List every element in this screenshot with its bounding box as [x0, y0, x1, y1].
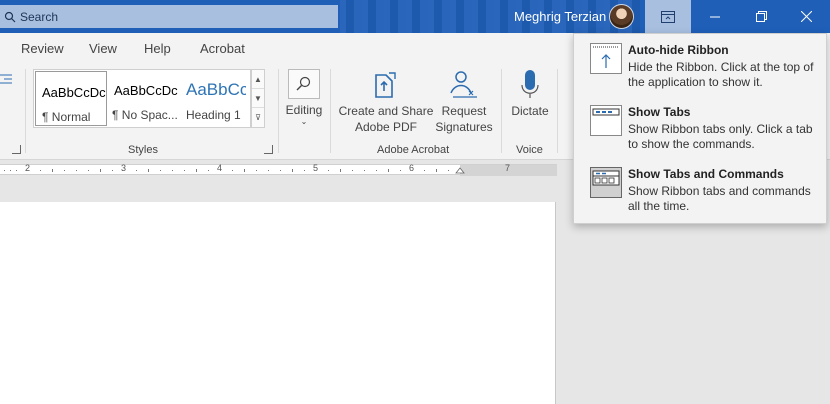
ribbon-display-options-menu: Auto-hide Ribbon Hide the Ribbon. Click …: [573, 33, 827, 224]
ruler-number: 2: [25, 163, 31, 173]
style-sample: AaBbCcDc: [114, 83, 178, 98]
user-name[interactable]: Meghrig Terzian: [514, 9, 606, 24]
ruler-ticks: [4, 165, 557, 176]
gallery-more-icon[interactable]: ⊽: [252, 108, 264, 127]
horizontal-ruler[interactable]: 2 3 4 5 6 7: [0, 163, 557, 176]
restore-button[interactable]: [738, 0, 784, 33]
paragraph-launcher-icon[interactable]: [12, 145, 21, 154]
style-name: ¶ Normal: [42, 110, 91, 124]
ruler-number: 4: [217, 163, 223, 173]
gallery-up-icon[interactable]: ▲: [252, 70, 264, 89]
create-share-pdf-button[interactable]: Create and Share Adobe PDF: [338, 69, 434, 135]
style-name: ¶ No Spac...: [112, 108, 178, 122]
menu-item-show-tabs[interactable]: Show Tabs Show Ribbon tabs only. Click a…: [574, 96, 826, 158]
menu-item-auto-hide-ribbon[interactable]: Auto-hide Ribbon Hide the Ribbon. Click …: [574, 34, 826, 96]
minimize-icon: [710, 16, 720, 17]
create-share-line1: Create and Share: [338, 104, 434, 118]
menu-item-title: Show Tabs: [628, 105, 691, 119]
indent-icon[interactable]: [0, 73, 12, 85]
signature-icon: [450, 71, 477, 98]
divider: [278, 69, 279, 153]
find-icon: [288, 69, 320, 99]
restore-icon: [755, 11, 767, 22]
tab-review[interactable]: Review: [21, 41, 64, 56]
avatar[interactable]: [609, 4, 634, 29]
group-label-adobe-acrobat: Adobe Acrobat: [377, 144, 450, 156]
style-name: Heading 1: [186, 108, 241, 122]
close-button[interactable]: [783, 0, 829, 33]
tab-acrobat[interactable]: Acrobat: [200, 41, 245, 56]
ribbon-display-icon: [661, 10, 675, 23]
editing-button[interactable]: Editing ⌄: [285, 69, 323, 126]
ruler-number: 5: [313, 163, 319, 173]
menu-item-description: Show Ribbon tabs and commands all the ti…: [628, 184, 811, 213]
styles-gallery: AaBbCcDc ¶ Normal AaBbCcDc ¶ No Spac... …: [33, 69, 251, 128]
style-no-spacing[interactable]: AaBbCcDc ¶ No Spac...: [108, 70, 180, 127]
menu-item-title: Show Tabs and Commands: [628, 167, 784, 181]
request-line1: Request: [441, 104, 487, 118]
divider: [25, 69, 26, 153]
divider: [557, 69, 558, 153]
menu-item-show-tabs-and-commands[interactable]: Show Tabs and Commands Show Ribbon tabs …: [574, 158, 826, 220]
show-tabs-commands-icon: [590, 167, 622, 198]
document-page[interactable]: [0, 202, 556, 404]
chevron-down-icon: ⌄: [300, 117, 308, 126]
minimize-button[interactable]: [692, 0, 738, 33]
editing-label: Editing: [285, 103, 323, 117]
style-sample: AaBbCcDc: [42, 85, 106, 100]
style-normal[interactable]: AaBbCcDc ¶ Normal: [35, 71, 107, 126]
request-line2: Signatures: [435, 120, 493, 134]
divider: [501, 69, 502, 153]
menu-item-description: Show Ribbon tabs only. Click a tab to sh…: [628, 122, 813, 151]
auto-hide-icon: [590, 43, 622, 74]
dictate-label: Dictate: [511, 104, 549, 118]
search-input[interactable]: [20, 9, 320, 24]
pdf-share-icon: [375, 72, 396, 98]
style-sample: AaBbCc: [186, 80, 246, 99]
show-tabs-icon: [590, 105, 622, 136]
group-label-styles: Styles: [128, 144, 158, 156]
divider: [330, 69, 331, 153]
ribbon-display-options-button[interactable]: [645, 0, 691, 33]
style-heading-1[interactable]: AaBbCc Heading 1: [180, 70, 252, 127]
tab-view[interactable]: View: [89, 41, 117, 56]
menu-item-description: Hide the Ribbon. Click at the top of the…: [628, 60, 814, 89]
search-icon: [0, 11, 20, 23]
menu-item-title: Auto-hide Ribbon: [628, 43, 729, 57]
tab-help[interactable]: Help: [144, 41, 171, 56]
gallery-down-icon[interactable]: ▼: [252, 89, 264, 108]
styles-gallery-scroll: ▲ ▼ ⊽: [251, 69, 265, 128]
microphone-icon: [521, 70, 539, 98]
group-label-voice: Voice: [516, 144, 543, 156]
ruler-number: 7: [505, 163, 511, 173]
dictate-button[interactable]: Dictate: [507, 69, 553, 119]
close-icon: [800, 11, 812, 22]
request-signatures-button[interactable]: Request Signatures: [432, 69, 496, 135]
title-bar: Meghrig Terzian: [0, 0, 830, 33]
create-share-line2: Adobe PDF: [354, 120, 418, 134]
search-box[interactable]: [0, 5, 338, 28]
ruler-number: 6: [409, 163, 415, 173]
styles-launcher-icon[interactable]: [264, 145, 273, 154]
ruler-number: 3: [121, 163, 127, 173]
